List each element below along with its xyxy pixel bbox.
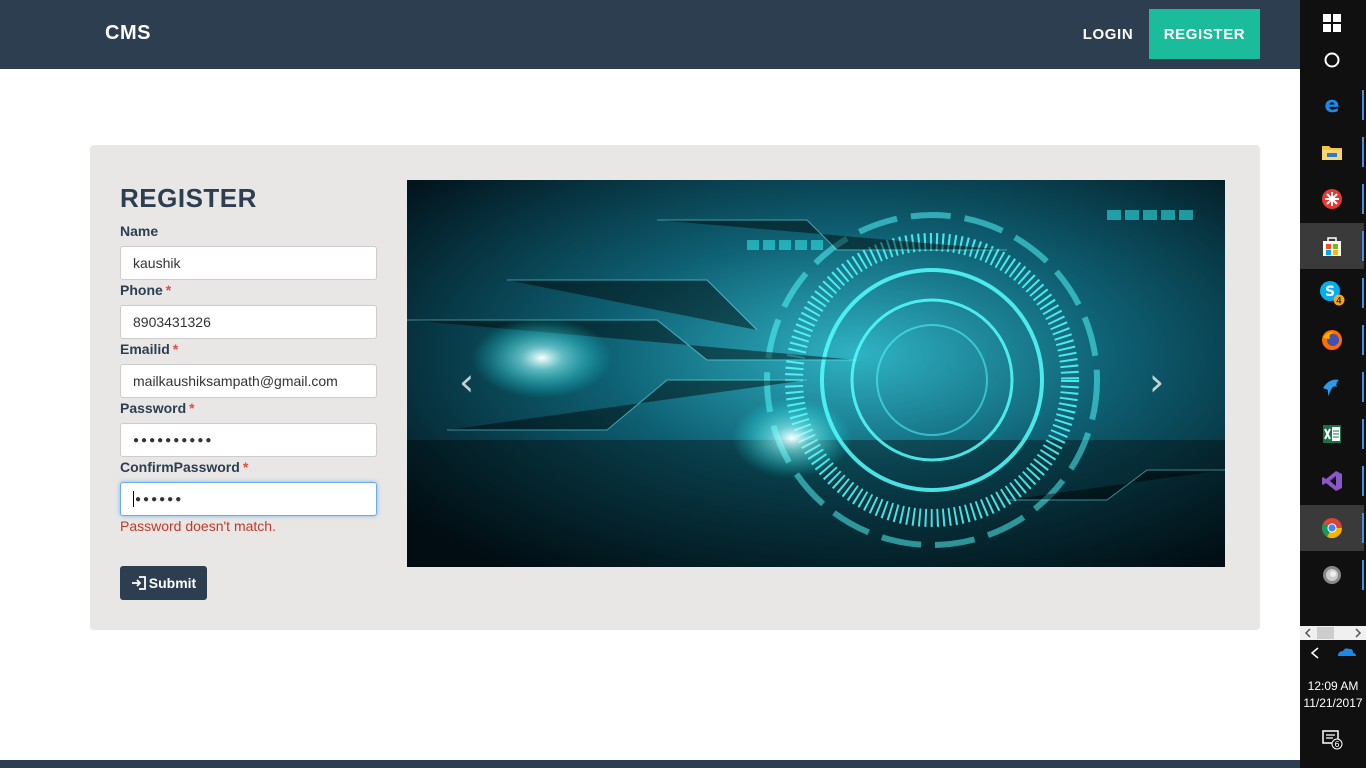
tray-icons xyxy=(1310,647,1356,659)
carousel-next-arrow[interactable]: › xyxy=(1149,360,1164,404)
cortana-icon[interactable] xyxy=(1300,37,1364,83)
login-link[interactable]: LOGIN xyxy=(1067,9,1149,59)
required-marker: * xyxy=(189,400,195,416)
submit-button[interactable]: Submit xyxy=(120,566,207,600)
excel-icon[interactable] xyxy=(1300,411,1364,457)
email-input[interactable]: mailkaushiksampath@gmail.com xyxy=(120,364,377,398)
phone-input[interactable]: 8903431326 xyxy=(120,305,377,339)
email-label: Emailid * xyxy=(120,341,179,357)
name-input[interactable]: kaushik xyxy=(120,246,377,280)
browser-page: CMS LOGIN REGISTER REGISTER Name kaushik… xyxy=(0,0,1300,768)
required-marker: * xyxy=(172,341,179,357)
confirm-password-input[interactable]: ●●●●●● xyxy=(120,482,377,516)
app-icon[interactable] xyxy=(1300,364,1364,410)
action-center-icon[interactable]: 6 xyxy=(1300,716,1364,762)
skype-badge: 4 xyxy=(1336,297,1342,307)
password-label: Password * xyxy=(120,400,195,416)
skype-icon[interactable]: S4 xyxy=(1300,270,1364,316)
app-icon[interactable] xyxy=(1300,176,1364,222)
edge-icon[interactable]: e xyxy=(1300,82,1364,128)
store-icon[interactable] xyxy=(1300,223,1364,269)
text-caret xyxy=(133,491,134,507)
brand-logo[interactable]: CMS xyxy=(105,22,151,45)
carousel: ‹ › xyxy=(407,180,1225,567)
navbar: CMS LOGIN REGISTER xyxy=(0,0,1300,69)
footer-bar xyxy=(0,760,1300,768)
taskbar: e S4 12:09 AM 11/21/2017 6 xyxy=(1300,0,1366,768)
carousel-image xyxy=(407,180,1225,567)
svg-text:e: e xyxy=(1325,94,1340,116)
clock-time: 12:09 AM xyxy=(1307,679,1359,693)
confirm-password-label: ConfirmPassword * xyxy=(120,459,249,475)
app-icon[interactable] xyxy=(1300,552,1364,598)
file-explorer-icon[interactable] xyxy=(1300,129,1364,175)
register-card: REGISTER Name kaushik Phone * 8903431326 … xyxy=(90,145,1260,630)
required-marker: * xyxy=(165,282,172,298)
clock-date: 11/21/2017 xyxy=(1303,696,1363,710)
register-link[interactable]: REGISTER xyxy=(1149,9,1260,59)
password-mismatch-error: Password doesn't match. xyxy=(120,518,276,534)
phone-label: Phone * xyxy=(120,282,172,298)
name-label: Name xyxy=(120,223,159,239)
carousel-prev-arrow[interactable]: ‹ xyxy=(459,360,474,404)
required-marker: * xyxy=(242,459,249,475)
firefox-icon[interactable] xyxy=(1300,317,1364,363)
svg-text:S: S xyxy=(1325,284,1335,300)
visual-studio-icon[interactable] xyxy=(1300,458,1364,504)
taskbar-clock[interactable]: 12:09 AM 11/21/2017 xyxy=(1300,678,1366,712)
sign-in-icon xyxy=(131,576,146,590)
password-input[interactable]: ●●●●●●●●●● xyxy=(120,423,377,457)
form-title: REGISTER xyxy=(120,183,257,213)
notification-count: 6 xyxy=(1334,740,1339,749)
chrome-icon[interactable] xyxy=(1300,505,1364,551)
horizontal-scrollbar[interactable] xyxy=(1300,626,1366,640)
